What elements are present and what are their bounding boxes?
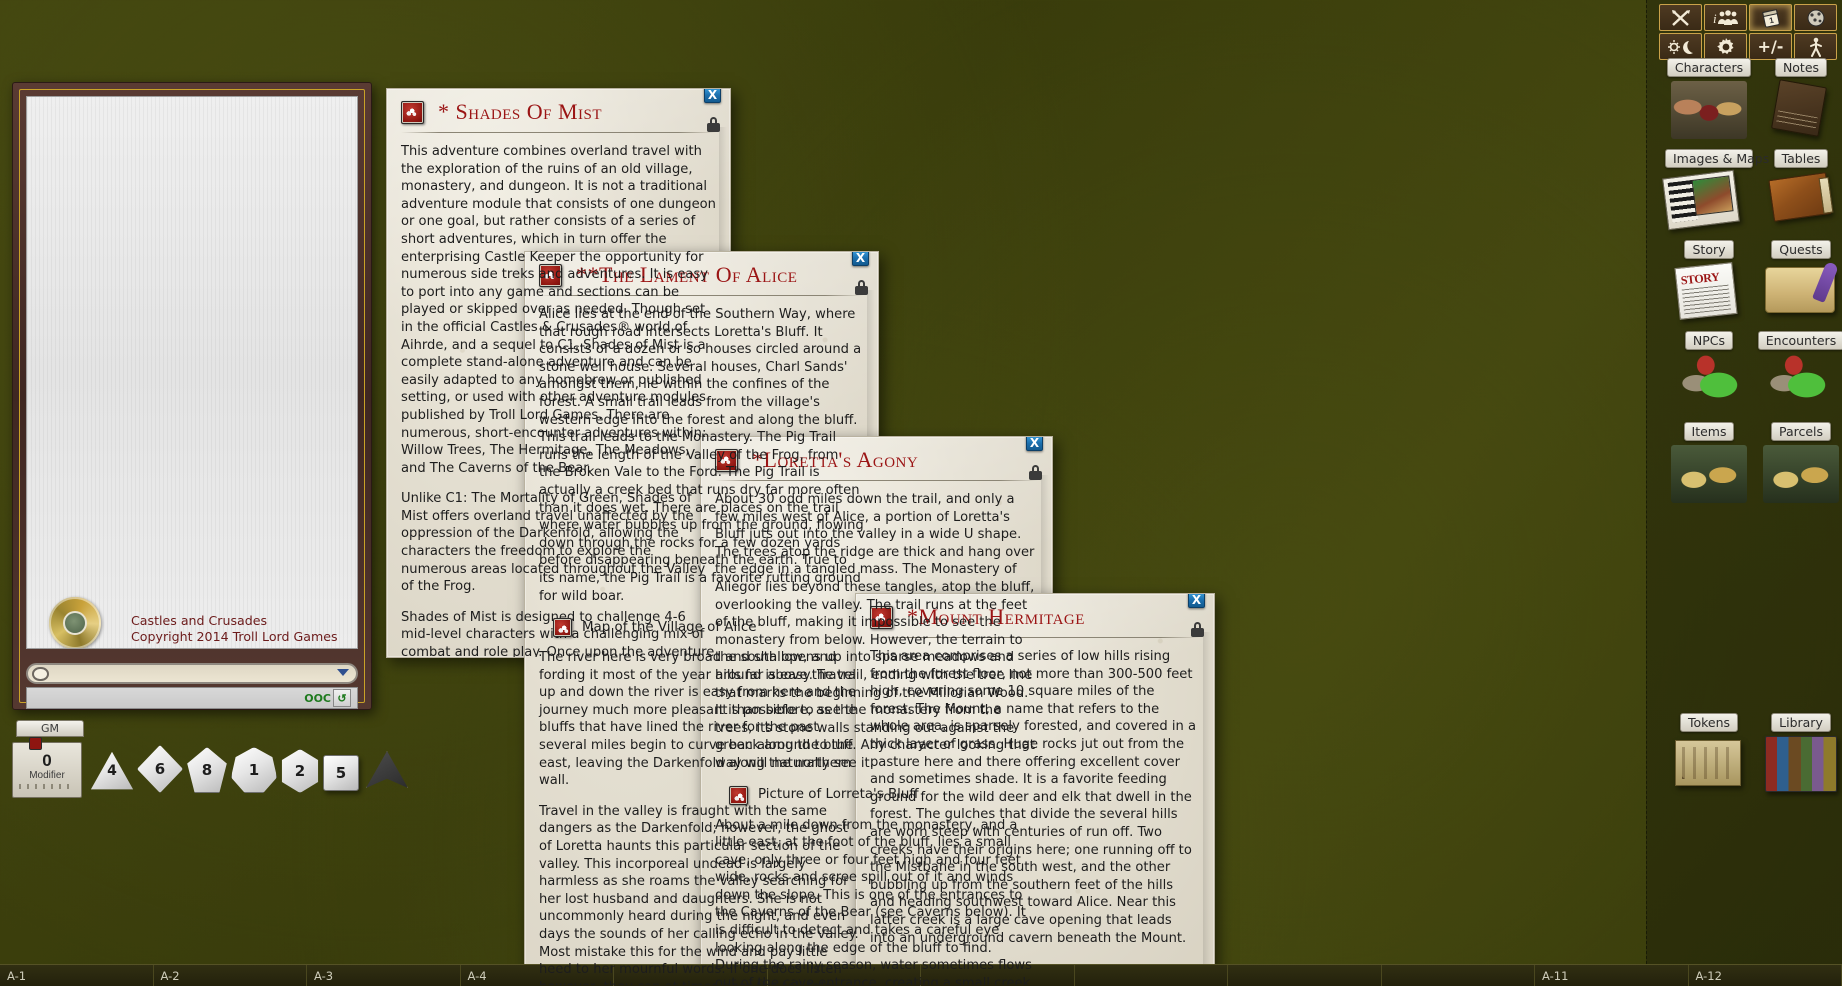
status-slot[interactable] bbox=[1075, 965, 1228, 986]
calendar-button[interactable]: 1 bbox=[1749, 4, 1792, 31]
record-icon bbox=[401, 100, 424, 124]
sidebar-item-story[interactable]: Story bbox=[1665, 240, 1753, 323]
sidebar-item-parcels[interactable]: Parcels bbox=[1757, 422, 1842, 505]
sidebar-item-label: Tokens bbox=[1679, 713, 1739, 732]
modifier-slots bbox=[19, 783, 75, 789]
sidebar-toolbar: i 1 +/- bbox=[1659, 4, 1837, 60]
sidebar-item-encounters[interactable]: Encounters bbox=[1753, 331, 1842, 414]
chat-bubble-icon bbox=[32, 667, 49, 681]
window-title: * Shades of Mist bbox=[438, 99, 603, 124]
status-slot[interactable]: A-2 bbox=[154, 965, 307, 986]
sidebar-item-characters[interactable]: Characters bbox=[1665, 58, 1753, 141]
npcs-icon bbox=[1665, 352, 1753, 414]
dice-tray: 0 Modifier 4 6 8 1 2 5 bbox=[0, 737, 430, 799]
sidebar-item-label: Quests bbox=[1771, 240, 1831, 259]
die-d20[interactable]: 5 bbox=[323, 755, 359, 791]
walking-figure-button[interactable] bbox=[1794, 33, 1837, 60]
lock-icon[interactable] bbox=[855, 280, 868, 295]
lock-icon[interactable] bbox=[1191, 622, 1204, 637]
sidebar-item-tables[interactable]: Tables bbox=[1757, 149, 1842, 232]
window-body[interactable]: This area comprises a series of low hill… bbox=[856, 640, 1214, 947]
sidebar-item-label: Tables bbox=[1773, 149, 1829, 168]
record-icon bbox=[553, 618, 572, 638]
chat-log[interactable]: Castles and Crusades Copyright 2014 Trol… bbox=[26, 96, 358, 649]
die-d10[interactable]: 1 bbox=[231, 747, 277, 793]
campaign-chat-panel: Castles and Crusades Copyright 2014 Trol… bbox=[12, 82, 372, 710]
window-header: * Shades of Mist bbox=[387, 89, 730, 135]
status-slot[interactable]: A-11 bbox=[1535, 965, 1689, 986]
images-maps-icon bbox=[1657, 169, 1745, 232]
sidebar-item-label: NPCs bbox=[1684, 331, 1734, 350]
lock-icon[interactable] bbox=[707, 117, 720, 132]
sidebar-item-label: Encounters bbox=[1757, 331, 1842, 350]
sidebar-item-label: Parcels bbox=[1770, 422, 1832, 441]
sidebar-item-label: Story bbox=[1684, 240, 1734, 259]
credit-game-title: Castles and Crusades bbox=[131, 613, 268, 628]
chat-input[interactable]: OOC ↺ bbox=[26, 687, 358, 709]
story-icon bbox=[1665, 261, 1753, 323]
sidebar-item-quests[interactable]: Quests bbox=[1757, 240, 1842, 323]
effects-dice-button[interactable] bbox=[1794, 4, 1837, 31]
ooc-toggle-button[interactable]: ↺ bbox=[333, 689, 351, 707]
svg-text:i: i bbox=[1713, 11, 1717, 26]
status-slot[interactable]: A-1 bbox=[0, 965, 154, 986]
tokens-icon bbox=[1665, 734, 1753, 796]
window-mount-hermitage[interactable]: X *Mount Hermitage This area comprises a… bbox=[855, 593, 1215, 986]
die-d4[interactable]: 4 bbox=[90, 751, 134, 790]
sidebar-item-label: Items bbox=[1683, 422, 1735, 441]
modifier-box[interactable]: 0 Modifier bbox=[12, 737, 82, 798]
credit-game-copyright: Copyright 2014 Troll Lord Games bbox=[131, 628, 338, 644]
sidebar-item-notes[interactable]: Notes bbox=[1757, 58, 1842, 141]
sidebar-item-label: Characters bbox=[1666, 58, 1752, 77]
items-icon bbox=[1665, 443, 1753, 505]
close-icon[interactable]: X bbox=[852, 252, 869, 266]
close-icon[interactable]: X bbox=[1026, 437, 1043, 451]
sidebar-item-label: Images & Maps bbox=[1665, 149, 1769, 168]
right-sidebar: i 1 +/- Characters Notes Images & Maps T… bbox=[1646, 0, 1842, 964]
characters-icon bbox=[1665, 79, 1753, 141]
die-d100[interactable] bbox=[366, 751, 408, 788]
sidebar-item-items[interactable]: Items bbox=[1665, 422, 1753, 505]
sidebar-item-library[interactable]: Library bbox=[1757, 713, 1842, 796]
modifier-value: 0 bbox=[42, 750, 52, 770]
sidebar-item-npcs[interactable]: NPCs bbox=[1665, 331, 1753, 414]
lock-icon[interactable] bbox=[1029, 465, 1042, 480]
sidebar-item-tokens[interactable]: Tokens bbox=[1665, 713, 1753, 796]
gear-options-button[interactable] bbox=[1704, 33, 1747, 60]
status-slot[interactable] bbox=[1382, 965, 1535, 986]
notes-icon bbox=[1757, 79, 1842, 141]
close-icon[interactable]: X bbox=[1188, 594, 1205, 608]
chat-mode-selector[interactable] bbox=[26, 663, 358, 684]
status-slot[interactable]: A-3 bbox=[307, 965, 461, 986]
paragraph: This area comprises a series of low hill… bbox=[870, 649, 1196, 946]
library-icon bbox=[1757, 734, 1842, 796]
modifier-lock-icon[interactable] bbox=[29, 737, 42, 750]
day-night-button[interactable] bbox=[1659, 33, 1702, 60]
combat-tracker-button[interactable] bbox=[1659, 4, 1702, 31]
quests-icon bbox=[1757, 261, 1842, 323]
chevron-down-icon[interactable] bbox=[337, 669, 349, 676]
encounters-icon bbox=[1753, 352, 1841, 414]
die-d12[interactable]: 2 bbox=[281, 749, 319, 793]
party-info-button[interactable]: i bbox=[1704, 4, 1747, 31]
castles-crusades-logo-icon bbox=[49, 597, 101, 648]
die-d6[interactable]: 6 bbox=[137, 745, 183, 793]
modifier-label: Modifier bbox=[29, 769, 65, 781]
parcels-icon bbox=[1757, 443, 1842, 505]
die-d8[interactable]: 8 bbox=[187, 747, 227, 793]
modifiers-button[interactable]: +/- bbox=[1749, 33, 1792, 60]
status-slot[interactable]: A-12 bbox=[1689, 965, 1842, 986]
record-icon bbox=[729, 785, 748, 805]
ooc-label: OOC bbox=[304, 691, 331, 705]
status-slot[interactable] bbox=[1228, 965, 1382, 986]
sidebar-item-label: Notes bbox=[1774, 58, 1828, 77]
tables-icon bbox=[1757, 170, 1842, 232]
close-icon[interactable]: X bbox=[704, 89, 721, 103]
gm-tab[interactable]: GM bbox=[16, 720, 84, 737]
sidebar-item-label: Library bbox=[1771, 713, 1831, 732]
sidebar-item-images-maps[interactable]: Images & Maps bbox=[1657, 149, 1769, 232]
